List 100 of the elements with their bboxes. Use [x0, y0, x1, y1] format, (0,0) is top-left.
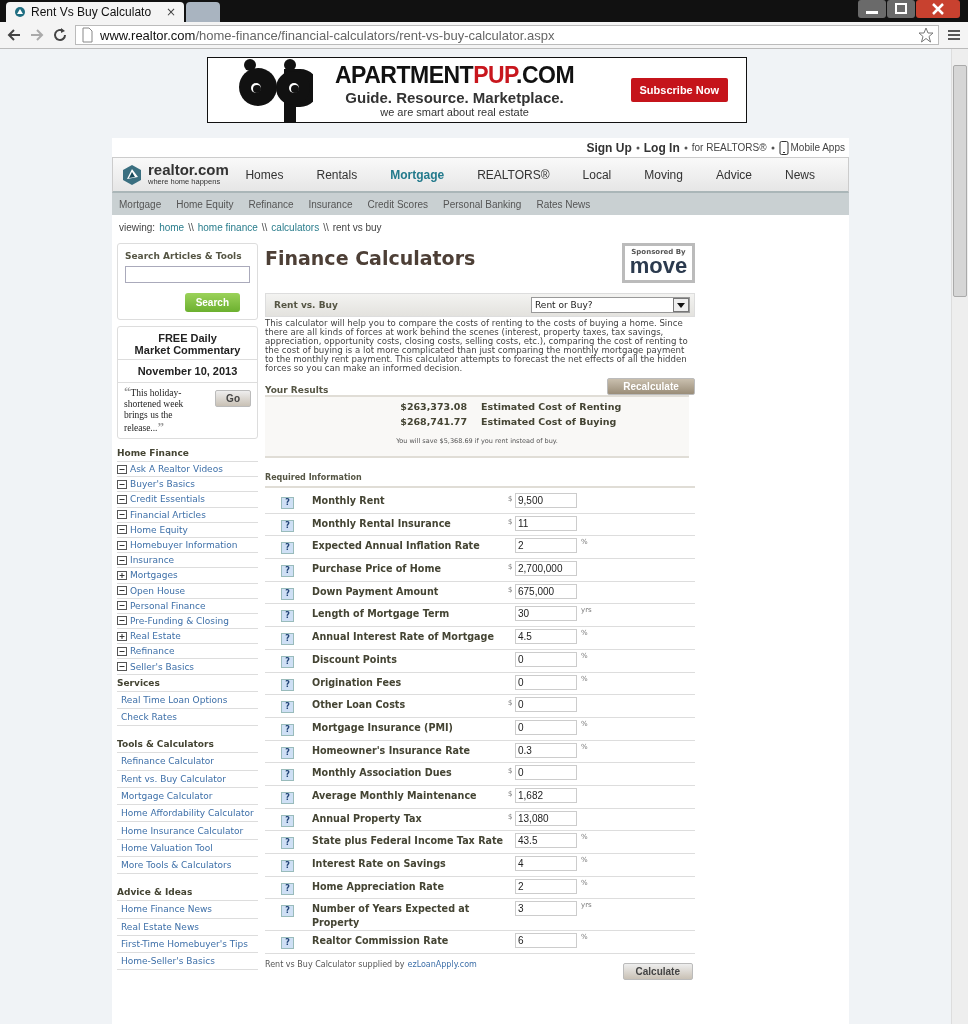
- subnav-link[interactable]: Mortgage: [119, 198, 162, 210]
- help-button[interactable]: ?: [281, 769, 294, 782]
- input-field[interactable]: 30: [515, 606, 577, 622]
- subnav-link[interactable]: Home Equity: [176, 198, 234, 210]
- sidebar-link[interactable]: Credit Essentials: [117, 492, 258, 508]
- input-field[interactable]: 3: [515, 901, 577, 917]
- help-button[interactable]: ?: [281, 837, 294, 850]
- input-field[interactable]: 0: [515, 651, 577, 667]
- go-button[interactable]: Go: [215, 390, 251, 407]
- sidebar-link[interactable]: Ask A Realtor Videos: [117, 462, 258, 478]
- nav-tab[interactable]: Local: [582, 167, 612, 182]
- help-button[interactable]: ?: [281, 678, 294, 691]
- browser-tab[interactable]: Rent Vs Buy Calculato ×: [6, 2, 185, 22]
- sidebar-link[interactable]: Real Estate: [117, 629, 258, 645]
- nav-tab[interactable]: Homes: [245, 167, 284, 182]
- sidebar-link[interactable]: Home Insurance Calculator: [117, 822, 258, 840]
- input-field[interactable]: 2: [515, 878, 577, 894]
- help-button[interactable]: ?: [281, 905, 294, 918]
- sidebar-link[interactable]: First-Time Homebuyer's Tips: [117, 935, 258, 954]
- help-button[interactable]: ?: [281, 655, 294, 668]
- sidebar-link[interactable]: Real Estate News: [117, 918, 258, 936]
- help-button[interactable]: ?: [281, 565, 294, 578]
- input-field[interactable]: 13,080: [515, 810, 577, 826]
- input-field[interactable]: 0: [515, 674, 577, 690]
- top-link[interactable]: Sign Up: [586, 140, 632, 155]
- help-button[interactable]: ?: [281, 610, 294, 623]
- sidebar-link[interactable]: Mortgages: [117, 568, 258, 584]
- input-field[interactable]: 0: [515, 719, 577, 735]
- subnav-link[interactable]: Refinance: [248, 198, 294, 210]
- help-button[interactable]: ?: [281, 791, 294, 804]
- subnav-link[interactable]: Insurance: [308, 198, 353, 210]
- help-button[interactable]: ?: [281, 542, 294, 555]
- help-button[interactable]: ?: [281, 746, 294, 759]
- credit-link[interactable]: ezLoanApply.com: [407, 960, 477, 970]
- breadcrumb-link[interactable]: calculators: [271, 222, 320, 243]
- input-field[interactable]: 2,700,000: [515, 561, 577, 577]
- nav-tab[interactable]: News: [785, 167, 815, 182]
- help-button[interactable]: ?: [281, 814, 294, 827]
- nav-tab[interactable]: Mortgage: [390, 167, 445, 182]
- help-button[interactable]: ?: [281, 937, 294, 950]
- help-button[interactable]: ?: [281, 701, 294, 714]
- subnav-link[interactable]: Personal Banking: [443, 198, 522, 210]
- sidebar-link[interactable]: Refinance Calculator: [117, 753, 258, 771]
- sidebar-link[interactable]: Home-Seller's Basics: [117, 953, 258, 971]
- input-field[interactable]: 9,500: [515, 493, 577, 508]
- sidebar-link[interactable]: Personal Finance: [117, 598, 258, 614]
- input-field[interactable]: 43.5: [515, 833, 577, 849]
- input-field[interactable]: 0: [515, 697, 577, 713]
- input-field[interactable]: 0: [515, 765, 577, 781]
- nav-tab[interactable]: Advice: [715, 167, 752, 182]
- sidebar-link[interactable]: Home Valuation Tool: [117, 839, 258, 857]
- sidebar-link[interactable]: Home Equity: [117, 522, 258, 538]
- subscribe-button[interactable]: Subscribe Now: [630, 78, 728, 102]
- input-field[interactable]: 11: [515, 515, 577, 531]
- top-link[interactable]: for REALTORS®: [691, 142, 767, 153]
- calculator-dropdown[interactable]: Rent or Buy?: [531, 297, 690, 313]
- scrollbar[interactable]: [951, 49, 968, 1024]
- help-button[interactable]: ?: [281, 633, 294, 646]
- help-button[interactable]: ?: [281, 519, 294, 532]
- subnav-link[interactable]: Credit Scores: [367, 198, 429, 210]
- browser-tab[interactable]: [186, 2, 221, 22]
- top-link[interactable]: Log In: [643, 140, 680, 155]
- calculate-button[interactable]: Calculate: [622, 963, 693, 981]
- input-field[interactable]: 1,682: [515, 787, 577, 803]
- sidebar-link[interactable]: Open House: [117, 583, 258, 599]
- nav-tab[interactable]: Rentals: [316, 167, 358, 182]
- commentary-excerpt[interactable]: “This holiday-shortened week brings us the release...”: [124, 386, 199, 434]
- help-button[interactable]: ?: [281, 860, 294, 872]
- sidebar-link[interactable]: Real Time Loan Options: [117, 691, 258, 709]
- search-field[interactable]: [125, 266, 250, 283]
- input-field[interactable]: 675,000: [515, 583, 577, 599]
- help-button[interactable]: ?: [281, 882, 294, 895]
- nav-tab[interactable]: REALTORS®: [477, 167, 550, 182]
- top-link[interactable]: Mobile Apps: [778, 140, 845, 155]
- sidebar-link[interactable]: More Tools & Calculators: [117, 857, 258, 875]
- sidebar-link[interactable]: Rent vs. Buy Calculator: [117, 770, 258, 788]
- ad-banner[interactable]: APARTMENTPUP.COM Guide. Resource. Marketplace. we are smart about real estate Subscribe Now: [207, 57, 747, 123]
- sidebar-link[interactable]: Homebuyer Information: [117, 537, 258, 554]
- breadcrumb-link[interactable]: home: [159, 222, 185, 243]
- breadcrumb-link[interactable]: home finance: [197, 222, 258, 243]
- sidebar-link[interactable]: Financial Articles: [117, 507, 258, 523]
- sidebar-link[interactable]: Pre-Funding & Closing: [117, 613, 258, 630]
- help-button[interactable]: ?: [281, 587, 294, 600]
- help-button[interactable]: ?: [281, 723, 294, 736]
- input-field[interactable]: 0.3: [515, 742, 577, 758]
- sidebar-link[interactable]: Insurance: [117, 553, 258, 569]
- help-button[interactable]: ?: [281, 497, 294, 509]
- input-field[interactable]: 4: [515, 856, 577, 871]
- nav-tab[interactable]: Moving: [644, 167, 683, 182]
- sidebar-link[interactable]: Buyer's Basics: [117, 477, 258, 493]
- sidebar-link[interactable]: Refinance: [117, 644, 258, 660]
- address-bar[interactable]: www.realtor.com/home-finance/financial-calculators/rent-vs-buy-calculator.aspx: [75, 25, 939, 45]
- sidebar-link[interactable]: Home Finance News: [117, 901, 258, 919]
- input-field[interactable]: 4.5: [515, 629, 577, 645]
- close-tab-button[interactable]: ×: [166, 5, 177, 19]
- sidebar-link[interactable]: Mortgage Calculator: [117, 787, 258, 806]
- sidebar-link[interactable]: Check Rates: [117, 708, 258, 727]
- input-field[interactable]: 2: [515, 538, 577, 554]
- sidebar-link[interactable]: Seller's Basics: [117, 659, 258, 675]
- subnav-link[interactable]: Rates News: [536, 198, 591, 210]
